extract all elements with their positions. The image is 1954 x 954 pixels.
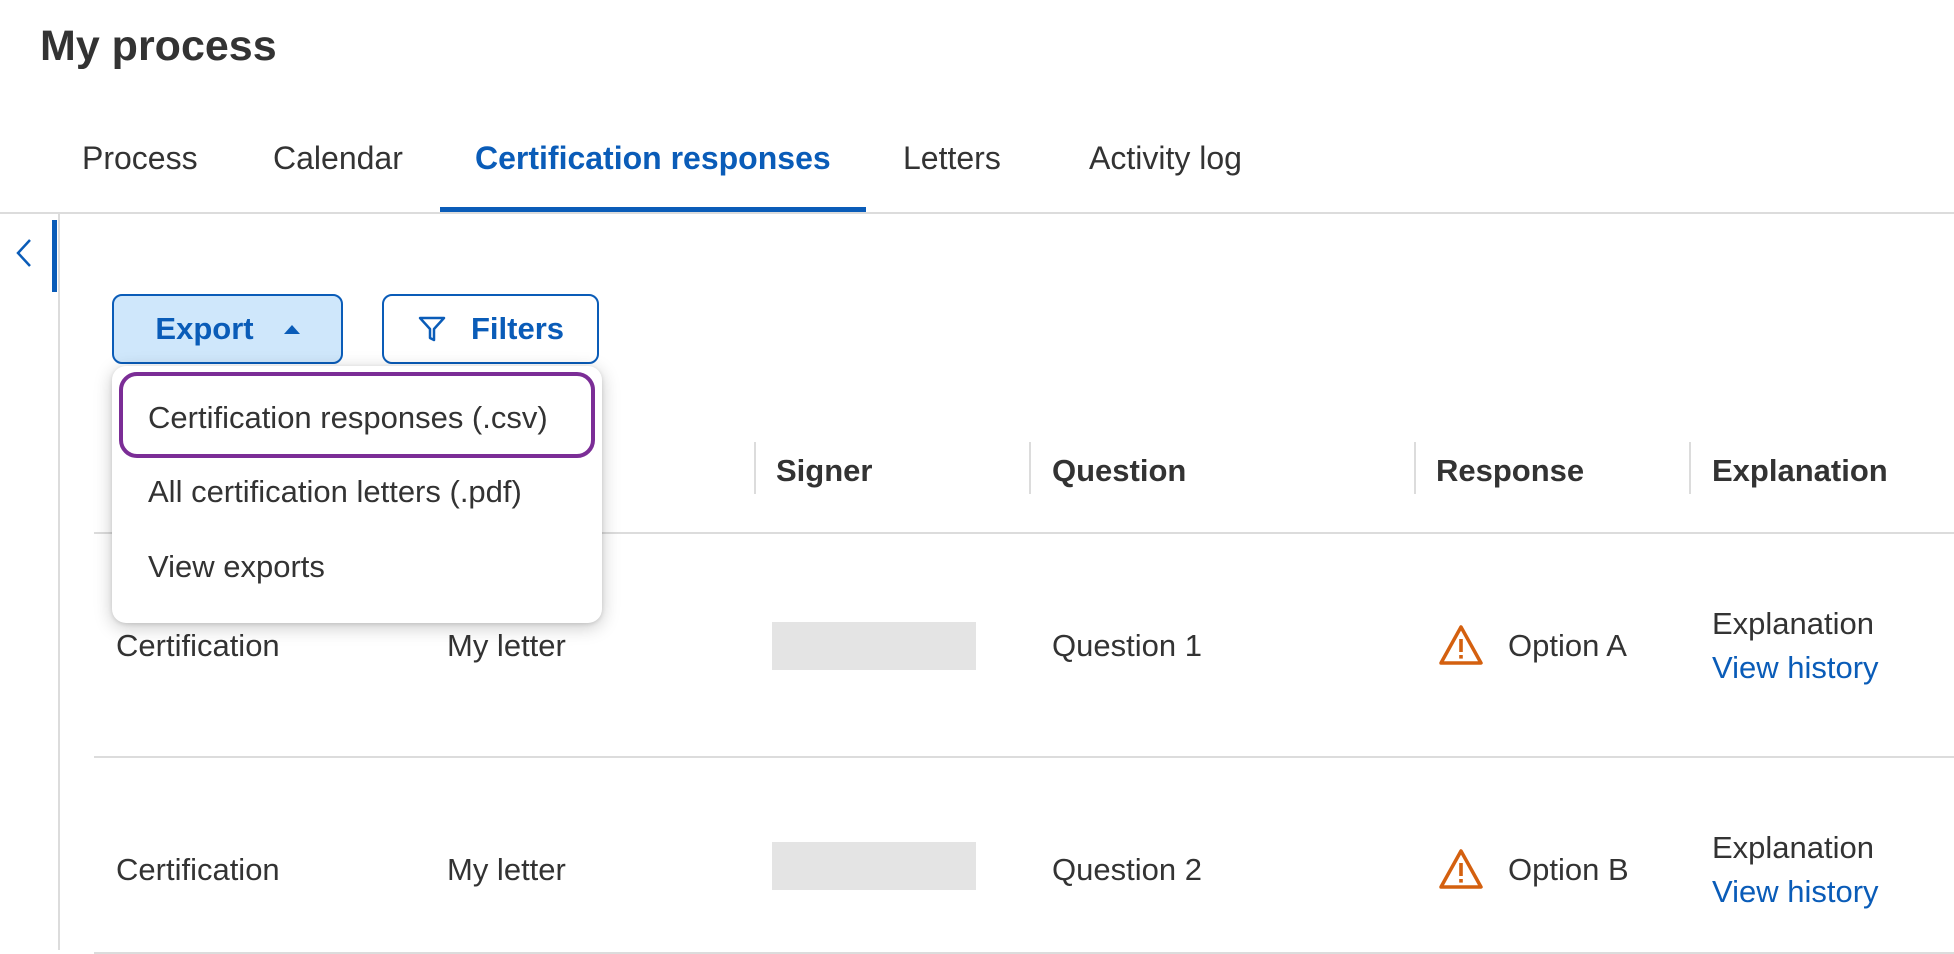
column-divider <box>754 442 756 494</box>
row-letter: My letter <box>447 628 566 663</box>
row-letter: My letter <box>447 852 566 887</box>
export-button[interactable]: Export <box>112 294 343 364</box>
table-row: Certification My letter Question 2 Optio… <box>94 756 1954 954</box>
menu-item-export-csv[interactable]: Certification responses (.csv) <box>148 400 548 436</box>
view-history-link[interactable]: View history <box>1712 650 1879 686</box>
row-question: Question 2 <box>1052 852 1202 887</box>
filters-button-label: Filters <box>470 311 565 346</box>
tab-bar: Process Calendar Certification responses… <box>0 118 1954 214</box>
page-title: My process <box>40 22 277 70</box>
row-explanation: Explanation <box>1712 606 1875 641</box>
view-history-link[interactable]: View history <box>1712 874 1879 910</box>
tab-calendar[interactable]: Calendar <box>273 118 403 210</box>
signer-placeholder <box>772 842 976 890</box>
column-divider <box>1414 442 1416 494</box>
column-header-signer[interactable]: Signer <box>776 434 872 532</box>
column-header-response[interactable]: Response <box>1436 434 1584 532</box>
sidebar-divider <box>58 214 60 950</box>
tab-activity-log[interactable]: Activity log <box>1089 118 1242 210</box>
funnel-icon <box>418 316 446 342</box>
row-type: Certification <box>116 628 280 663</box>
row-question: Question 1 <box>1052 628 1202 663</box>
row-response: Option A <box>1508 628 1627 663</box>
export-button-label: Export <box>155 311 254 346</box>
caret-up-icon <box>283 324 300 334</box>
column-header-explanation[interactable]: Explanation <box>1712 434 1888 532</box>
tab-letters[interactable]: Letters <box>903 118 1001 210</box>
signer-placeholder <box>772 622 976 670</box>
column-header-question[interactable]: Question <box>1052 434 1186 532</box>
column-divider <box>1689 442 1691 494</box>
warning-icon <box>1439 625 1483 665</box>
export-dropdown-menu: Certification responses (.csv) All certi… <box>112 366 602 623</box>
warning-icon <box>1439 849 1483 889</box>
menu-item-export-pdf[interactable]: All certification letters (.pdf) <box>148 474 522 510</box>
row-response: Option B <box>1508 852 1629 887</box>
sidebar-active-indicator <box>52 220 57 292</box>
menu-item-view-exports[interactable]: View exports <box>148 549 325 585</box>
column-divider <box>1029 442 1031 494</box>
row-type: Certification <box>116 852 280 887</box>
chevron-left-icon[interactable] <box>10 236 38 276</box>
filters-button[interactable]: Filters <box>382 294 599 364</box>
row-explanation: Explanation <box>1712 830 1875 865</box>
tab-certification-responses[interactable]: Certification responses <box>440 118 866 212</box>
tab-process[interactable]: Process <box>82 118 198 210</box>
